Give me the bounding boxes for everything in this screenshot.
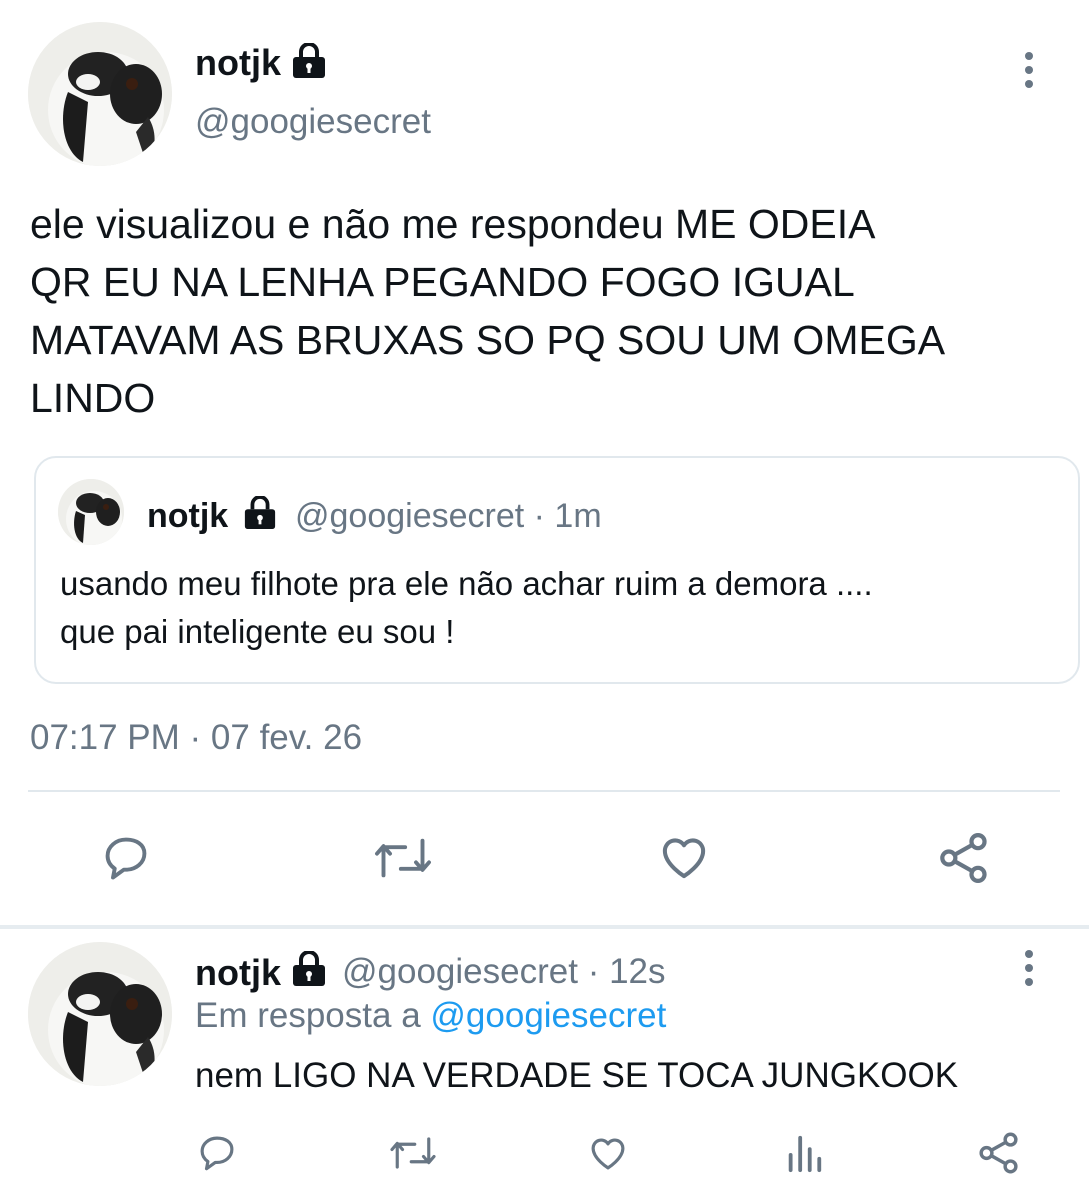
tweet-separator	[0, 925, 1089, 929]
reply-icon[interactable]	[100, 832, 152, 884]
lock-icon	[290, 43, 328, 79]
reply-avatar[interactable]	[28, 942, 172, 1086]
quoted-time: · 1m	[533, 497, 602, 535]
quoted-display-name: notjk	[147, 497, 229, 535]
tweet-text-line: MATAVAM AS BRUXAS SO PQ SOU UM OMEGA	[30, 317, 946, 363]
reply-display-name[interactable]: notjk	[195, 952, 281, 994]
quoted-text-line: usando meu filhote pra ele não achar rui…	[60, 565, 873, 602]
like-icon[interactable]	[586, 1132, 630, 1174]
reply-context: Em resposta a @googiesecret	[195, 996, 666, 1036]
more-dots-icon[interactable]	[1019, 950, 1039, 986]
like-icon[interactable]	[656, 830, 712, 884]
quoted-text: usando meu filhote pra ele não achar rui…	[60, 560, 873, 656]
retweet-icon[interactable]	[370, 832, 436, 884]
reply-prefix: Em resposta a	[195, 996, 421, 1035]
quoted-handle-time: @googiesecret · 1m	[295, 497, 602, 536]
analytics-icon[interactable]	[784, 1132, 824, 1174]
divider	[28, 790, 1060, 792]
quoted-handle: @googiesecret	[295, 497, 525, 535]
tweet-text-line: LINDO	[30, 375, 156, 421]
reply-time: · 12s	[587, 952, 666, 991]
reply-text: nem LIGO NA VERDADE SE TOCA JUNGKOOK	[195, 1056, 959, 1095]
share-icon[interactable]	[936, 830, 992, 886]
lock-icon	[290, 951, 328, 987]
lock-icon	[242, 496, 278, 530]
quoted-avatar	[58, 479, 124, 545]
tweet-text-line: QR EU NA LENHA PEGANDO FOGO IGUAL	[30, 259, 855, 305]
share-icon[interactable]	[976, 1130, 1022, 1176]
main-display-name[interactable]: notjk	[195, 42, 281, 84]
reply-icon[interactable]	[196, 1132, 238, 1174]
retweet-icon[interactable]	[386, 1132, 440, 1174]
more-dots-icon[interactable]	[1019, 52, 1039, 88]
main-tweet-text: ele visualizou e não me respondeu ME ODE…	[30, 195, 945, 427]
tweet-text-line: ele visualizou e não me respondeu ME ODE…	[30, 201, 876, 247]
reply-handle-time: @googiesecret · 12s	[342, 952, 666, 992]
reply-to-link[interactable]: @googiesecret	[430, 996, 666, 1035]
quoted-text-line: que pai inteligente eu sou !	[60, 613, 455, 650]
main-handle[interactable]: @googiesecret	[195, 102, 431, 142]
main-avatar[interactable]	[28, 22, 172, 166]
tweet-timestamp[interactable]: 07:17 PM · 07 fev. 26	[30, 718, 362, 758]
reply-handle[interactable]: @googiesecret	[342, 952, 578, 991]
